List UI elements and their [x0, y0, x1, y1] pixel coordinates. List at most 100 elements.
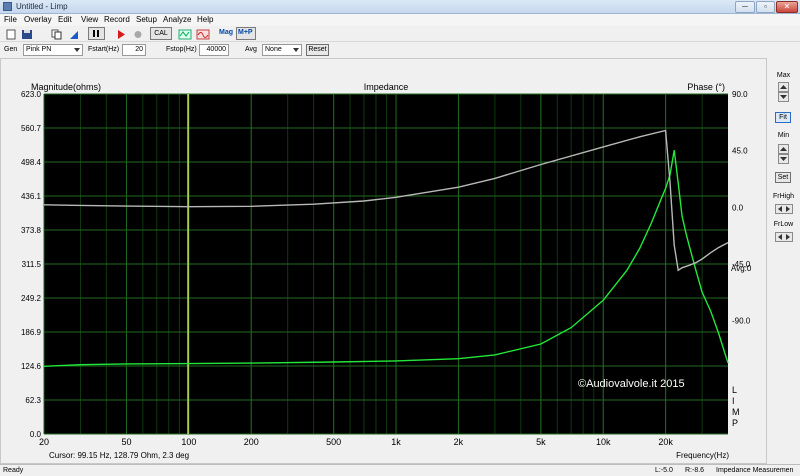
menu-analyze[interactable]: Analyze: [163, 15, 191, 24]
limp-letter-i: I: [732, 396, 735, 406]
maximize-button[interactable]: ▫: [756, 1, 775, 13]
frlow-spinner[interactable]: [775, 232, 793, 242]
y2-tick-label: 0.0: [732, 203, 744, 212]
calibration-label: CAL: [154, 30, 168, 37]
chevron-down-icon: [74, 48, 80, 52]
fstop-input[interactable]: 40000: [199, 44, 229, 56]
x-axis-label: Frequency(Hz): [676, 451, 729, 460]
minimize-icon: ─: [742, 2, 748, 11]
set-button[interactable]: Set: [775, 172, 791, 183]
overlay-red-button[interactable]: [195, 27, 210, 40]
x-tick-label: 100: [181, 437, 196, 447]
x-tick-label: 2k: [454, 437, 464, 447]
title-bar: Untitled - Limp ─ ▫ ✕: [0, 0, 800, 14]
y-tick-label: 0.0: [30, 430, 42, 439]
level-right: R:-8.6: [685, 467, 705, 474]
y2-tick-label: 90.0: [732, 90, 748, 99]
pause-button[interactable]: [88, 27, 105, 40]
generator-bar: Gen Pink PN Fstart(Hz) 20 Fstop(Hz) 4000…: [0, 42, 800, 58]
save-button[interactable]: [19, 27, 33, 40]
menu-file[interactable]: File: [4, 15, 17, 24]
copy-button[interactable]: [49, 27, 63, 40]
max-down-button[interactable]: [778, 92, 789, 102]
x-tick-label: 500: [326, 437, 341, 447]
menu-setup[interactable]: Setup: [136, 15, 157, 24]
new-file-button[interactable]: [3, 27, 17, 40]
x-tick-label: 1k: [391, 437, 401, 447]
menu-view[interactable]: View: [81, 15, 98, 24]
gen-label: Gen: [4, 46, 18, 53]
calibration-button[interactable]: CAL: [150, 27, 172, 40]
minimize-button[interactable]: ─: [735, 1, 755, 13]
close-button[interactable]: ✕: [776, 1, 798, 13]
arrow-up-icon: [780, 147, 787, 151]
menu-record[interactable]: Record: [104, 15, 130, 24]
y-tick-label: 560.7: [21, 124, 42, 133]
y2-tick-label: -90.0: [732, 317, 751, 326]
waveform-green-icon: [178, 29, 192, 40]
x-tick-label: 200: [244, 437, 259, 447]
menu-overlay[interactable]: Overlay: [24, 15, 52, 24]
y-tick-label: 373.8: [21, 226, 42, 235]
close-icon: ✕: [783, 2, 791, 11]
y-tick-label: 311.5: [22, 260, 42, 269]
arrow-down-icon: [780, 157, 787, 161]
play-button[interactable]: [113, 27, 127, 40]
fit-label: Fit: [779, 114, 787, 121]
fit-button[interactable]: Fit: [775, 112, 791, 123]
toolbar: CAL Mag M+P: [0, 26, 800, 42]
mag-phase-label: M+P: [238, 29, 253, 36]
app-icon: [3, 2, 12, 11]
record-icon: [134, 31, 142, 38]
max-label: Max: [776, 72, 791, 79]
min-down-button[interactable]: [778, 154, 789, 164]
x-tick-label: 20k: [658, 437, 673, 447]
right-axis-label: Phase (°): [687, 82, 725, 92]
chevron-down-icon: [293, 48, 299, 52]
mag-phase-view-button[interactable]: M+P: [236, 27, 256, 40]
arrow-up-icon: [780, 85, 787, 89]
avg-value: None: [265, 46, 282, 53]
cursor-tool-button[interactable]: [66, 27, 80, 40]
x-tick-label: 50: [121, 437, 131, 447]
limp-letter-p: P: [732, 418, 738, 428]
menu-bar: File Overlay Edit View Record Setup Anal…: [0, 14, 800, 26]
signal-select[interactable]: Pink PN: [23, 44, 83, 56]
copy-icon: [51, 29, 62, 40]
fstart-label: Fstart(Hz): [88, 46, 120, 53]
fstart-input[interactable]: 20: [122, 44, 146, 56]
window-title: Untitled - Limp: [16, 2, 68, 11]
menu-edit[interactable]: Edit: [58, 15, 72, 24]
left-axis-label: Magnitude(ohms): [31, 82, 101, 92]
frhigh-spinner[interactable]: [775, 204, 793, 214]
maximize-icon: ▫: [764, 2, 767, 11]
arrow-left-right-icon: [778, 206, 790, 212]
plot-panel: 20 50 100 200 500 1k 2k 5k 10k 20k 623.0 560.7 498.4…: [0, 58, 767, 464]
overlay-green-button[interactable]: [177, 27, 192, 40]
reset-button[interactable]: Reset: [306, 44, 329, 56]
frlow-label: FrLow: [773, 221, 794, 228]
new-file-icon: [6, 29, 16, 40]
waveform-red-icon: [196, 29, 210, 40]
magnitude-view-button[interactable]: Mag: [219, 29, 233, 36]
save-icon: [22, 30, 32, 39]
x-tick-label: 5k: [536, 437, 546, 447]
fstop-value: 40000: [206, 46, 226, 53]
y-tick-label: 62.3: [25, 396, 41, 405]
mode-text: Impedance Measuremen: [716, 467, 794, 474]
fstop-label: Fstop(Hz): [166, 46, 197, 53]
record-button[interactable]: [130, 27, 144, 40]
scale-sidebar: Max Fit Min Set FrHigh FrLow: [767, 58, 800, 464]
avg-label: Avg: [245, 46, 257, 53]
limp-letter-l: L: [732, 385, 737, 395]
min-up-button[interactable]: [778, 144, 789, 154]
y2-tick-label: 45.0: [732, 147, 748, 156]
frhigh-label: FrHigh: [772, 193, 794, 200]
avg-select[interactable]: None: [262, 44, 302, 56]
max-up-button[interactable]: [778, 82, 789, 92]
fstart-value: 20: [135, 46, 143, 53]
reset-label: Reset: [308, 46, 327, 53]
level-left: L:-5.0: [655, 467, 673, 474]
impedance-chart[interactable]: 20 50 100 200 500 1k 2k 5k 10k 20k623.0560.7498.4…: [1, 59, 768, 465]
menu-help[interactable]: Help: [197, 15, 213, 24]
